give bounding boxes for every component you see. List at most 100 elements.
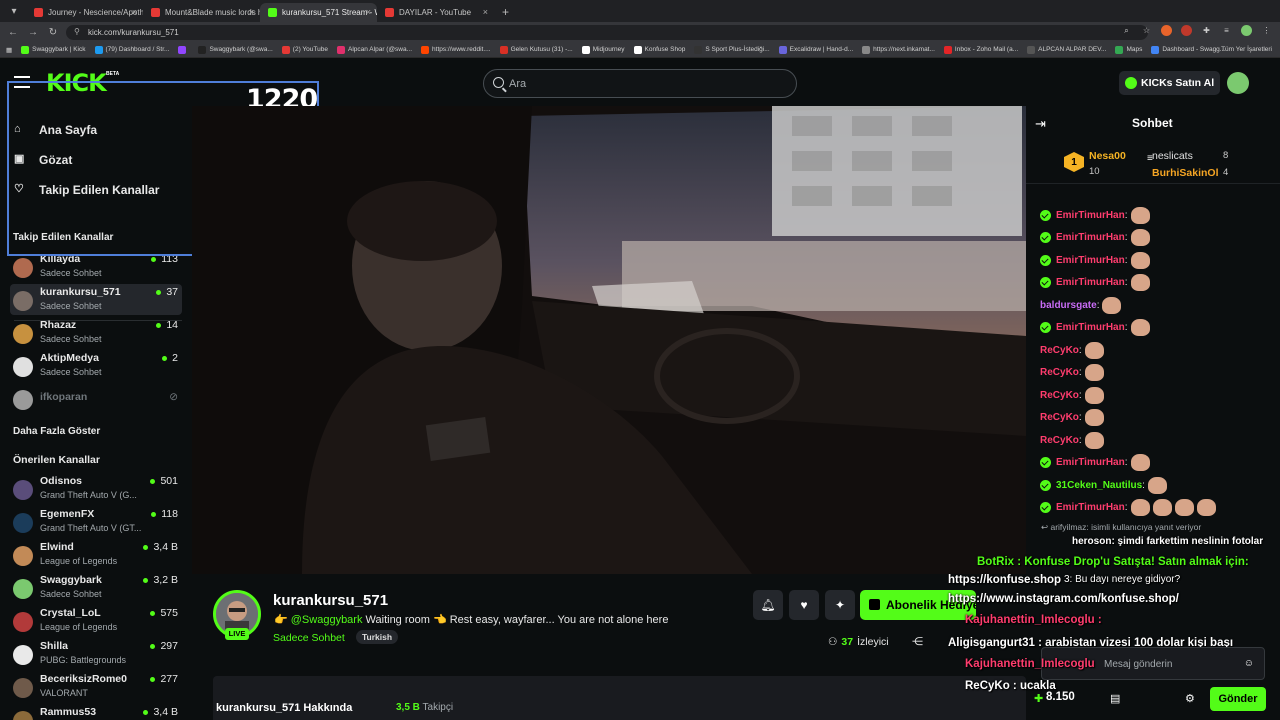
recommended-channel[interactable]: Crystal_LoL League of Legends 575 (10, 605, 182, 636)
notification-button[interactable]: 🔔︎ (753, 590, 783, 620)
following-channel[interactable]: kurankursu_571 Sadece Sohbet 37 (10, 284, 182, 315)
bookmark-item[interactable]: Alpcan Alpar (@swa... (336, 45, 412, 54)
emote-icon (1196, 499, 1216, 516)
bookmark-item[interactable]: Excalidraw | Hand-d... (778, 45, 853, 54)
zoom-icon[interactable]: ⌕ (1121, 25, 1132, 36)
recommended-channel[interactable]: EgemenFX Grand Theft Auto V (GT... 118 (10, 506, 182, 537)
chat-username[interactable]: ReCyKo (1040, 412, 1079, 423)
close-tab-icon[interactable]: × (366, 7, 371, 17)
bookmark-item[interactable]: https://next.inkamat... (862, 45, 935, 54)
settings-gear-icon[interactable]: ⚙ (1185, 692, 1195, 705)
channel-points[interactable]: 8.150 (1046, 691, 1075, 703)
title-mention[interactable]: @Swaggybark (291, 614, 363, 626)
bookmark-item[interactable]: Inbox - Zoho Mail (a... (943, 45, 1018, 54)
overlay-chat-link[interactable]: https://konfuse.shop (948, 574, 1061, 586)
clip-button[interactable]: ✦ (825, 590, 855, 620)
profile-icon[interactable] (1241, 25, 1252, 36)
chat-username[interactable]: EmirTimurHan (1056, 210, 1125, 221)
chat-username[interactable]: EmirTimurHan (1056, 255, 1125, 266)
stream-title: 👉 @Swaggybark Waiting room 👈 Rest easy, … (274, 613, 668, 626)
bookmark-item[interactable]: Konfuse Shop (633, 45, 685, 54)
show-more-link[interactable]: Daha Fazla Göster (13, 426, 100, 437)
stream-category[interactable]: Sadece Sohbet (273, 632, 345, 644)
leaderboard-user-3[interactable]: BurhiSakinOl (1152, 167, 1219, 179)
user-avatar[interactable] (1227, 72, 1249, 94)
chat-username[interactable]: EmirTimurHan (1056, 277, 1125, 288)
title-emoji: 👉 (274, 614, 288, 626)
expand-leaderboard-icon[interactable]: ≡ (1147, 153, 1153, 164)
store-icon[interactable]: ▤ (1110, 692, 1120, 705)
tab-search-icon[interactable]: ▾ (6, 3, 22, 19)
site-info-icon[interactable]: ⚲ (74, 27, 80, 36)
bookmark-item[interactable]: Midjourney (581, 45, 625, 54)
close-tab-icon[interactable]: × (249, 7, 254, 17)
bookmark-item[interactable]: Maps (1115, 45, 1142, 54)
chat-username[interactable]: EmirTimurHan (1056, 232, 1125, 243)
browser-tab[interactable]: Journey - Nescience/Apotheosis× (26, 3, 143, 22)
chat-username[interactable]: ReCyKo (1040, 435, 1079, 446)
bookmark-item[interactable]: Dashboard - Swagg... (1151, 45, 1225, 54)
recommended-channel[interactable]: Shilla PUBG: Battlegrounds 297 (10, 638, 182, 669)
chat-username[interactable]: EmirTimurHan (1056, 322, 1125, 333)
address-bar[interactable]: ⚲ kick.com/kurankursu_571 (66, 24, 1148, 40)
bookmark-item[interactable]: ALPCAN ALPAR DEV... (1027, 45, 1106, 54)
chat-username[interactable]: 31Ceken_Nautilus (1056, 480, 1142, 491)
bookmark-item[interactable]: Swaggybark (@swa... (198, 45, 273, 54)
bookmark-item[interactable]: (79) Dashboard / Str... (94, 45, 169, 54)
send-button[interactable]: Gönder (1210, 687, 1266, 711)
chat-username[interactable]: EmirTimurHan (1056, 502, 1125, 513)
collapse-chat-icon[interactable]: ⇥ (1035, 116, 1046, 132)
extension-icon[interactable] (1181, 25, 1192, 36)
language-tag[interactable]: Turkish (356, 630, 399, 644)
chat-username[interactable]: ReCyKo (1040, 367, 1079, 378)
follow-button[interactable]: ♥ (789, 590, 819, 620)
browser-tab[interactable]: kurankursu_571 Stream - Wa × (260, 3, 377, 22)
extensions-puzzle-icon[interactable]: ✚ (1201, 25, 1212, 36)
recommended-channel[interactable]: Rammus53 3,4 B (10, 704, 182, 720)
bookmark-star-icon[interactable]: ☆ (1141, 25, 1152, 36)
chat-username[interactable]: ReCyKo (1040, 390, 1079, 401)
following-channel[interactable]: Rhazaz Sadece Sohbet 14 (10, 317, 182, 348)
extension-icon[interactable] (1161, 25, 1172, 36)
buy-kicks-button[interactable]: KICKs Satın Al (1119, 71, 1220, 95)
close-tab-icon[interactable]: × (132, 7, 137, 17)
bookmark-item[interactable] (178, 45, 189, 54)
recommended-channel[interactable]: BeceriksizRome0 VALORANT 277 (10, 671, 182, 702)
bookmark-item[interactable]: S Sport Plus-İstediği... (694, 45, 770, 54)
chat-username[interactable]: ReCyKo (1040, 345, 1079, 356)
back-icon[interactable]: ← (6, 27, 20, 38)
forward-icon[interactable]: → (26, 27, 40, 38)
overlay-chat-link[interactable]: https://www.instagram.com/konfuse.shop/ (948, 593, 1179, 605)
bookmark-item[interactable]: Swaggybark | Kick (21, 45, 86, 54)
all-bookmarks[interactable]: Tüm Yer İşaretleri (1221, 46, 1272, 53)
title-text: Waiting room 👈 Rest easy, wayfarer... Yo… (365, 614, 669, 626)
recommended-channel[interactable]: Elwind League of Legends 3,4 B (10, 539, 182, 570)
browser-tab[interactable]: Mount&Blade music lords hall × (143, 3, 260, 22)
bookmark-item[interactable]: (2) YouTube (281, 45, 328, 54)
chat-username[interactable]: baldursgate (1040, 300, 1097, 311)
bookmark-favicon-icon (581, 45, 590, 54)
menu-icon[interactable]: ⋮ (1261, 25, 1272, 36)
leaderboard-user-2[interactable]: neslicats (1152, 150, 1193, 162)
emoji-icon[interactable]: ☺ (1244, 658, 1254, 669)
bookmark-item[interactable]: Gelen Kutusu (31) -... (499, 45, 573, 54)
leaderboard-user-1[interactable]: Nesa00 (1089, 150, 1126, 162)
reload-icon[interactable]: ↻ (46, 27, 60, 38)
new-tab-icon[interactable]: + (502, 5, 509, 19)
share-icon[interactable]: ⋲ (912, 635, 923, 648)
overlay-chat-line-text: BotRix : Konfuse Drop'u Satışta! Satın a… (977, 556, 1249, 568)
search-input[interactable]: Ara (483, 69, 797, 98)
chat-colon: : (1078, 434, 1082, 446)
bookmark-item[interactable]: https://www.reddit.... (421, 45, 491, 54)
media-icon[interactable]: ≡ (1221, 25, 1232, 36)
video-player[interactable] (192, 106, 1026, 574)
chat-username[interactable]: EmirTimurHan (1056, 457, 1125, 468)
following-channel[interactable]: AktipMedya Sadece Sohbet 2 (10, 350, 182, 381)
browser-tab[interactable]: DAYILAR - YouTube × (377, 3, 494, 22)
recommended-channel[interactable]: Odisnos Grand Theft Auto V (G... 501 (10, 473, 182, 504)
apps-icon[interactable]: ▦ (6, 46, 12, 54)
close-tab-icon[interactable]: × (483, 7, 488, 17)
streamer-name[interactable]: kurankursu_571 (273, 592, 388, 609)
recommended-channel[interactable]: Swaggybark Sadece Sohbet 3,2 B (10, 572, 182, 603)
following-channel[interactable]: ifkoparan ⊘ (10, 383, 182, 414)
